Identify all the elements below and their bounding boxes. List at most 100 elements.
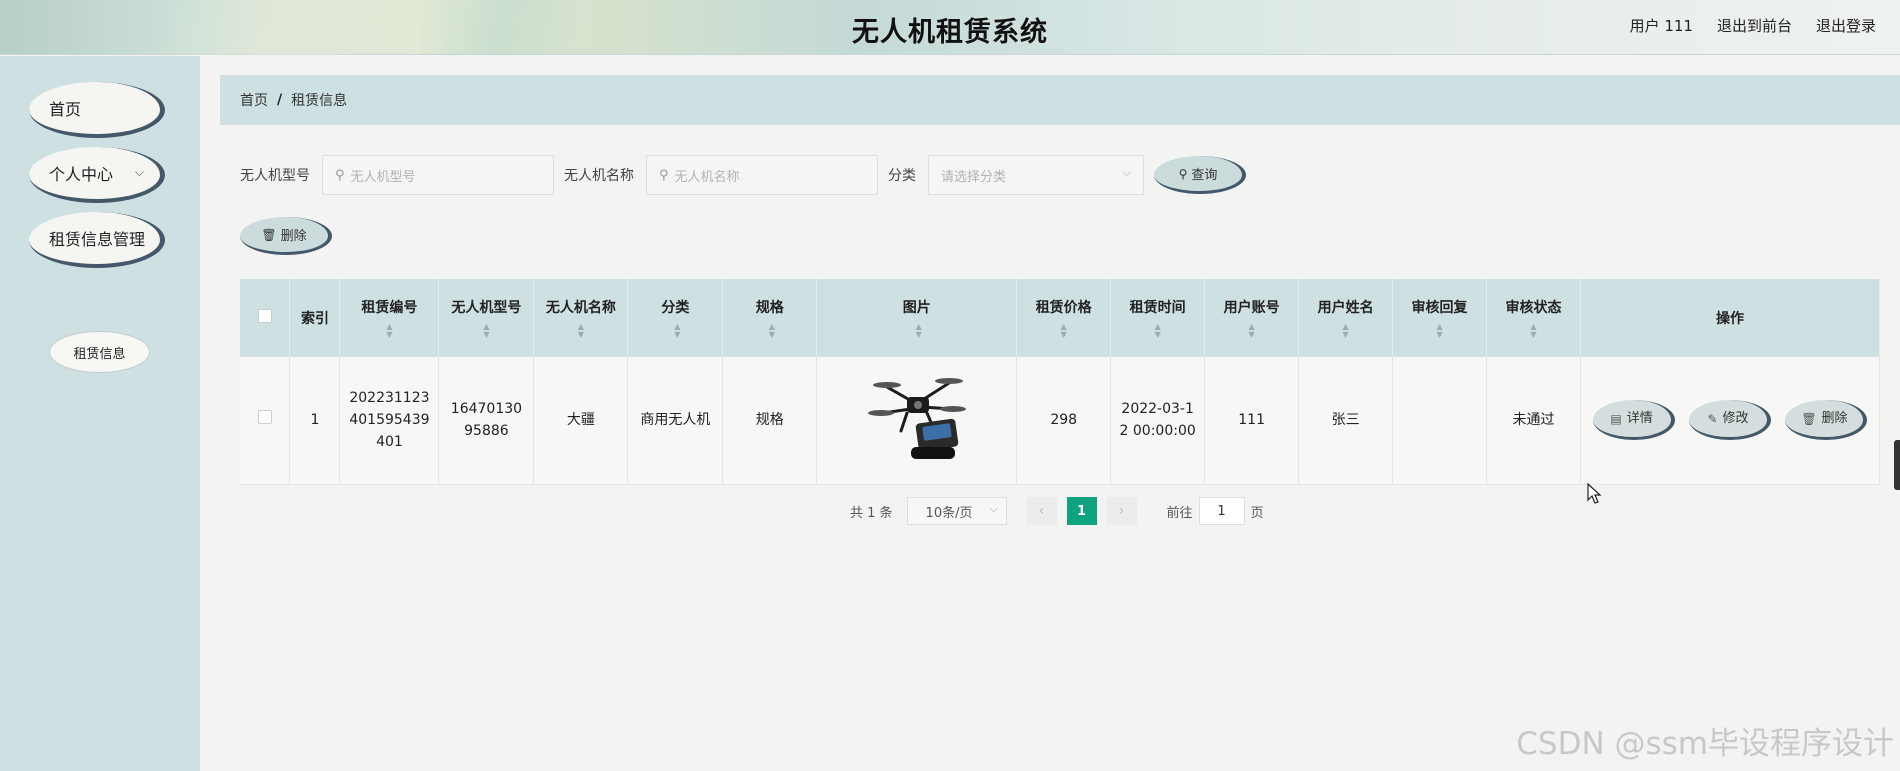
breadcrumb: 首页 / 租赁信息 bbox=[220, 75, 1900, 125]
select-all-cell bbox=[240, 279, 291, 357]
column-header: 操作 bbox=[1580, 279, 1881, 357]
watermark: CSDN @ssm毕设程序设计 bbox=[1516, 726, 1894, 762]
cell-model: 16470130 95886 bbox=[438, 357, 535, 485]
cell-index: 1 bbox=[289, 357, 341, 485]
sort-icon[interactable]: ▲ ▼ bbox=[1487, 323, 1580, 339]
breadcrumb-home[interactable]: 首页 bbox=[240, 90, 268, 110]
sidebar-item-personal-center[interactable]: 个人中心 ⌵ bbox=[29, 147, 165, 203]
chevron-right-icon: › bbox=[1118, 503, 1125, 519]
cell-time: 2022-03-1 2 00:00:00 bbox=[1110, 357, 1206, 485]
search-icon: ⚲ bbox=[335, 167, 345, 183]
goto-page-input[interactable]: 1 bbox=[1198, 497, 1245, 525]
column-header-sortable[interactable]: 租赁价格 ▲ ▼ bbox=[1016, 279, 1112, 357]
drone-image bbox=[867, 377, 966, 459]
model-search-input[interactable]: ⚲ 无人机型号 bbox=[322, 155, 554, 195]
cell-account: 111 bbox=[1204, 357, 1300, 485]
sidebar-item-rental-management[interactable]: 租赁信息管理 bbox=[29, 212, 165, 268]
page-suffix: 页 bbox=[1250, 505, 1264, 521]
cell-name: 大疆 bbox=[533, 357, 629, 485]
sort-icon[interactable]: ▲ ▼ bbox=[1017, 323, 1110, 339]
column-header-sortable[interactable]: 审核回复 ▲ ▼ bbox=[1392, 279, 1488, 357]
column-header-sortable[interactable]: 租赁编号 ▲ ▼ bbox=[339, 279, 440, 357]
column-label: 无人机型号 bbox=[451, 300, 522, 316]
column-header-sortable[interactable]: 图片 ▲ ▼ bbox=[816, 279, 1018, 357]
column-header-sortable[interactable]: 无人机型号 ▲ ▼ bbox=[438, 279, 535, 357]
logout-link[interactable]: 退出登录 bbox=[1816, 15, 1876, 36]
prev-page-button[interactable]: ‹ bbox=[1026, 497, 1057, 525]
table-row: 1 202231123 401595439 401 16470130 95886… bbox=[240, 357, 1881, 485]
cell-spec: 规格 bbox=[722, 357, 818, 485]
column-header-sortable[interactable]: 审核状态 ▲ ▼ bbox=[1486, 279, 1581, 357]
model-placeholder: 无人机型号 bbox=[350, 169, 416, 185]
query-button[interactable]: ⚲ 查询 bbox=[1154, 156, 1246, 194]
column-label: 租赁时间 bbox=[1129, 300, 1186, 316]
page-number-current[interactable]: 1 bbox=[1066, 497, 1097, 525]
cell-category: 商用无人机 bbox=[627, 357, 724, 485]
detail-button[interactable]: ▤ 详情 bbox=[1592, 400, 1675, 441]
chevron-down-icon: ⌵ bbox=[134, 165, 144, 179]
sort-icon[interactable]: ▲ ▼ bbox=[727, 323, 816, 339]
category-select[interactable]: 请选择分类 ⌵ bbox=[928, 155, 1144, 195]
category-label: 分类 bbox=[888, 168, 916, 184]
batch-delete-button[interactable]: 🗑 删除 bbox=[240, 217, 332, 255]
sidebar-item-home[interactable]: 首页 bbox=[29, 82, 165, 138]
rental-table: 索引 租赁编号 ▲ ▼ 无人机型号 ▲ ▼ 无人机名称 ▲ ▼ 分类 ▲ ▼ 规格 ▲ ▼ 图片 ▲ ▼… bbox=[240, 279, 1881, 485]
cell-rental-no: 202231123 401595439 401 bbox=[339, 357, 440, 485]
total-count: 共 1 条 bbox=[850, 505, 893, 521]
sidebar-subitem-label: 租赁信息 bbox=[73, 346, 126, 362]
sort-icon[interactable]: ▲ ▼ bbox=[1299, 323, 1392, 339]
row-select-cell bbox=[240, 357, 291, 485]
cell-line: 95886 bbox=[464, 423, 509, 440]
select-all-checkbox[interactable] bbox=[257, 309, 272, 323]
sort-icon[interactable]: ▲ ▼ bbox=[1205, 323, 1298, 339]
column-label: 用户姓名 bbox=[1317, 300, 1374, 316]
cell-price: 298 bbox=[1016, 357, 1112, 485]
column-header-sortable[interactable]: 租赁时间 ▲ ▼ bbox=[1110, 279, 1206, 357]
goto-label: 前往 bbox=[1166, 505, 1193, 521]
scrollbar-thumb[interactable] bbox=[1894, 440, 1900, 490]
sort-icon[interactable]: ▲ ▼ bbox=[534, 323, 627, 339]
column-label: 无人机名称 bbox=[545, 300, 616, 316]
next-page-button[interactable]: › bbox=[1106, 497, 1137, 525]
back-to-front-link[interactable]: 退出到前台 bbox=[1717, 15, 1792, 36]
current-user-label[interactable]: 用户 111 bbox=[1630, 15, 1693, 36]
sort-icon[interactable]: ▲ ▼ bbox=[439, 323, 533, 339]
edit-button[interactable]: ✎ 修改 bbox=[1688, 400, 1771, 441]
sort-icon[interactable]: ▲ ▼ bbox=[821, 323, 1016, 339]
trash-icon: 🗑 bbox=[261, 227, 277, 242]
cell-line: 2022-03-1 bbox=[1121, 401, 1194, 418]
sort-icon[interactable]: ▲ ▼ bbox=[1393, 323, 1486, 339]
column-header-sortable[interactable]: 分类 ▲ ▼ bbox=[627, 279, 724, 357]
cell-username: 张三 bbox=[1298, 357, 1394, 485]
sort-icon[interactable]: ▲ ▼ bbox=[340, 323, 438, 339]
cell-status: 未通过 bbox=[1486, 357, 1581, 485]
edit-label: 修改 bbox=[1722, 410, 1749, 426]
search-icon: ⚲ bbox=[1178, 166, 1188, 181]
chevron-left-icon: ‹ bbox=[1038, 503, 1045, 519]
model-label: 无人机型号 bbox=[240, 168, 310, 184]
name-label: 无人机名称 bbox=[564, 168, 634, 184]
breadcrumb-current: 租赁信息 bbox=[291, 93, 348, 109]
sort-icon[interactable]: ▲ ▼ bbox=[1111, 323, 1204, 339]
cell-line: 2 00:00:00 bbox=[1119, 423, 1196, 440]
sort-icon[interactable]: ▲ ▼ bbox=[632, 323, 722, 339]
column-label: 图片 bbox=[902, 300, 931, 316]
column-label: 规格 bbox=[755, 300, 784, 316]
page-size-select[interactable]: 10条/页 ⌵ bbox=[906, 497, 1007, 525]
document-icon: ▤ bbox=[1610, 411, 1622, 426]
delete-button[interactable]: 🗑 删除 bbox=[1785, 400, 1868, 441]
pagination: 共 1 条 10条/页 ⌵ ‹ 1 › 前往 1 页 bbox=[850, 497, 1264, 525]
table-header-row: 索引 租赁编号 ▲ ▼ 无人机型号 ▲ ▼ 无人机名称 ▲ ▼ 分类 ▲ ▼ 规格 ▲ ▼ 图片 ▲ ▼… bbox=[240, 279, 1881, 357]
column-header-sortable[interactable]: 无人机名称 ▲ ▼ bbox=[533, 279, 629, 357]
column-header-sortable[interactable]: 用户姓名 ▲ ▼ bbox=[1298, 279, 1394, 357]
name-search-input[interactable]: ⚲ 无人机名称 bbox=[646, 155, 878, 195]
row-checkbox[interactable] bbox=[257, 410, 272, 425]
page-size-value: 10条/页 bbox=[925, 505, 973, 521]
sidebar-subitem-rental-info[interactable]: 租赁信息 bbox=[49, 331, 150, 373]
detail-label: 详情 bbox=[1626, 410, 1653, 426]
column-header: 索引 bbox=[289, 279, 341, 357]
column-label: 租赁编号 bbox=[361, 300, 418, 316]
column-header-sortable[interactable]: 规格 ▲ ▼ bbox=[722, 279, 818, 357]
column-header-sortable[interactable]: 用户账号 ▲ ▼ bbox=[1204, 279, 1300, 357]
category-placeholder: 请选择分类 bbox=[941, 169, 1007, 185]
